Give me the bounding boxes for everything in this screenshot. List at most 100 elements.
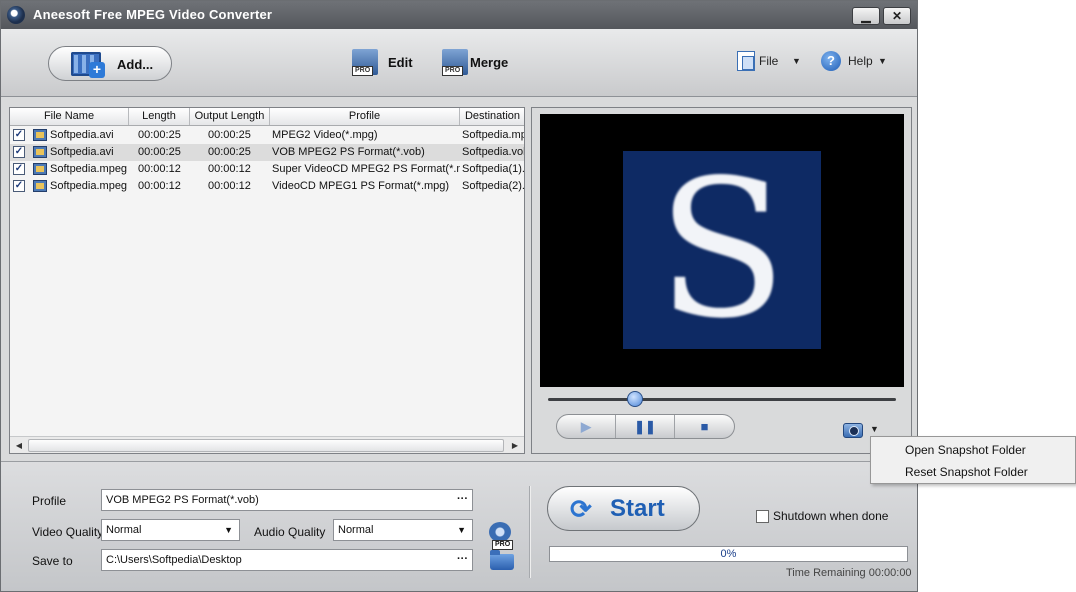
file-list[interactable]: File Name Length Output Length Profile D…	[9, 107, 525, 454]
separator	[529, 486, 531, 578]
edit-button[interactable]: PRO Edit	[352, 49, 422, 77]
playback-controls: ▶ ❚❚ ■	[556, 414, 735, 439]
column-header-output-length[interactable]: Output Length	[190, 108, 270, 125]
file-icon	[737, 51, 755, 71]
scroll-right-icon[interactable]: ▶	[508, 439, 522, 452]
column-header-file-name[interactable]: File Name	[10, 108, 129, 125]
pro-badge: PRO	[492, 540, 514, 550]
help-icon: ?	[821, 51, 841, 71]
logo-letter: S	[656, 139, 788, 360]
audio-quality-select[interactable]: Normal ▼	[333, 519, 473, 541]
destination-cell: Softpedia.mpg	[462, 129, 524, 141]
window-title: Aneesoft Free MPEG Video Converter	[33, 7, 273, 22]
preview-panel: S ▶ ❚❚ ■ ▼	[531, 107, 912, 454]
add-button[interactable]: + Add...	[48, 46, 172, 81]
output-length-cell: 00:00:12	[208, 180, 251, 192]
toolbar: + Add... PRO Edit PRO Merge File ▼ ? Hel…	[1, 29, 917, 97]
add-button-label: Add...	[117, 57, 154, 72]
audio-quality-label: Audio Quality	[254, 525, 326, 539]
snapshot-context-menu: Open Snapshot Folder Reset Snapshot Fold…	[870, 436, 1076, 484]
file-menu-label: File	[759, 54, 779, 68]
output-length-cell: 00:00:12	[208, 163, 251, 175]
output-length-cell: 00:00:25	[208, 146, 251, 158]
scroll-left-icon[interactable]: ◀	[12, 439, 26, 452]
main-window: Aneesoft Free MPEG Video Converter ▁ ✕ +…	[0, 0, 918, 592]
play-button[interactable]: ▶	[557, 415, 616, 438]
table-row[interactable]: ✓ Softpedia.mpeg 00:00:12 00:00:12 Super…	[10, 161, 524, 178]
row-checkbox[interactable]: ✓	[13, 163, 25, 175]
row-checkbox[interactable]: ✓	[13, 129, 25, 141]
length-cell: 00:00:25	[138, 129, 181, 141]
table-row[interactable]: ✓ Softpedia.mpeg 00:00:12 00:00:12 Video…	[10, 178, 524, 195]
column-header-destination[interactable]: Destination	[460, 108, 524, 125]
shutdown-label: Shutdown when done	[773, 509, 889, 523]
destination-cell: Softpedia(1).mpg	[462, 163, 524, 175]
row-checkbox[interactable]: ✓	[13, 146, 25, 158]
file-name-cell: Softpedia.avi	[50, 146, 114, 158]
save-to-browse-button[interactable]: ···	[457, 550, 468, 569]
video-preview: S	[540, 114, 904, 387]
row-checkbox[interactable]: ✓	[13, 180, 25, 192]
snapshot-camera-icon[interactable]	[843, 423, 863, 438]
merge-button[interactable]: PRO Merge	[442, 49, 522, 77]
minimize-button[interactable]: ▁	[852, 7, 880, 25]
table-row[interactable]: ✓ Softpedia.avi 00:00:25 00:00:25 VOB MP…	[10, 144, 524, 161]
column-header-profile[interactable]: Profile	[270, 108, 460, 125]
app-icon	[7, 6, 25, 24]
video-file-icon	[33, 129, 47, 141]
pro-badge: PRO	[442, 66, 464, 76]
save-to-field[interactable]: C:\Users\Softpedia\Desktop ···	[101, 549, 473, 571]
stop-button[interactable]: ■	[675, 415, 734, 438]
shutdown-checkbox[interactable]	[756, 510, 769, 523]
seek-track[interactable]	[548, 398, 896, 401]
profile-cell: VOB MPEG2 PS Format(*.vob)	[272, 146, 425, 158]
chevron-down-icon: ▼	[792, 56, 801, 66]
help-menu-label: Help	[848, 54, 873, 68]
seek-slider-knob[interactable]	[627, 391, 643, 407]
column-header-length[interactable]: Length	[129, 108, 190, 125]
length-cell: 00:00:12	[138, 163, 181, 175]
video-quality-select[interactable]: Normal ▼	[101, 519, 240, 541]
open-folder-icon[interactable]	[490, 550, 514, 570]
menu-item-reset-snapshot-folder[interactable]: Reset Snapshot Folder	[905, 465, 1028, 479]
chevron-down-icon: ▼	[457, 525, 466, 535]
profile-cell: Super VideoCD MPEG2 PS Format(*.mpg)	[272, 163, 460, 175]
audio-settings-icon[interactable]	[489, 522, 511, 542]
progress-text: 0%	[720, 548, 737, 560]
profile-value: VOB MPEG2 PS Format(*.vob)	[106, 494, 259, 506]
time-remaining: Time Remaining 00:00:00	[786, 567, 912, 579]
close-button[interactable]: ✕	[883, 7, 911, 25]
merge-label: Merge	[470, 55, 509, 70]
profile-browse-button[interactable]: ···	[457, 490, 468, 509]
length-cell: 00:00:25	[138, 146, 181, 158]
video-file-icon	[33, 180, 47, 192]
file-name-cell: Softpedia.mpeg	[50, 180, 128, 192]
refresh-icon: ⟳	[570, 494, 592, 524]
profile-cell: VideoCD MPEG1 PS Format(*.mpg)	[272, 180, 450, 192]
horizontal-scrollbar[interactable]: ◀ ▶	[10, 436, 524, 453]
softpedia-logo-frame: S	[623, 151, 821, 349]
start-button[interactable]: ⟳ Start	[547, 486, 700, 531]
edit-label: Edit	[388, 55, 413, 70]
pause-button[interactable]: ❚❚	[616, 415, 675, 438]
save-to-value: C:\Users\Softpedia\Desktop	[106, 554, 242, 566]
help-menu[interactable]: ? Help ▼	[821, 51, 891, 75]
settings-panel: Profile VOB MPEG2 PS Format(*.vob) ··· V…	[1, 461, 917, 591]
save-to-label: Save to	[32, 554, 73, 568]
add-video-icon: +	[71, 52, 105, 78]
scrollbar-thumb[interactable]	[28, 439, 504, 452]
snapshot-dropdown-icon[interactable]: ▼	[870, 424, 879, 434]
profile-field[interactable]: VOB MPEG2 PS Format(*.vob) ···	[101, 489, 473, 511]
output-length-cell: 00:00:25	[208, 129, 251, 141]
file-name-cell: Softpedia.mpeg	[50, 163, 128, 175]
destination-cell: Softpedia.vob	[462, 146, 524, 158]
menu-item-open-snapshot-folder[interactable]: Open Snapshot Folder	[905, 443, 1026, 457]
table-row[interactable]: ✓ Softpedia.avi 00:00:25 00:00:25 MPEG2 …	[10, 127, 524, 144]
chevron-down-icon: ▼	[878, 56, 887, 66]
profile-cell: MPEG2 Video(*.mpg)	[272, 129, 378, 141]
audio-quality-value: Normal	[338, 524, 374, 536]
video-quality-value: Normal	[106, 524, 142, 536]
progress-bar: 0%	[549, 546, 908, 562]
length-cell: 00:00:12	[138, 180, 181, 192]
file-menu[interactable]: File ▼	[737, 51, 803, 75]
